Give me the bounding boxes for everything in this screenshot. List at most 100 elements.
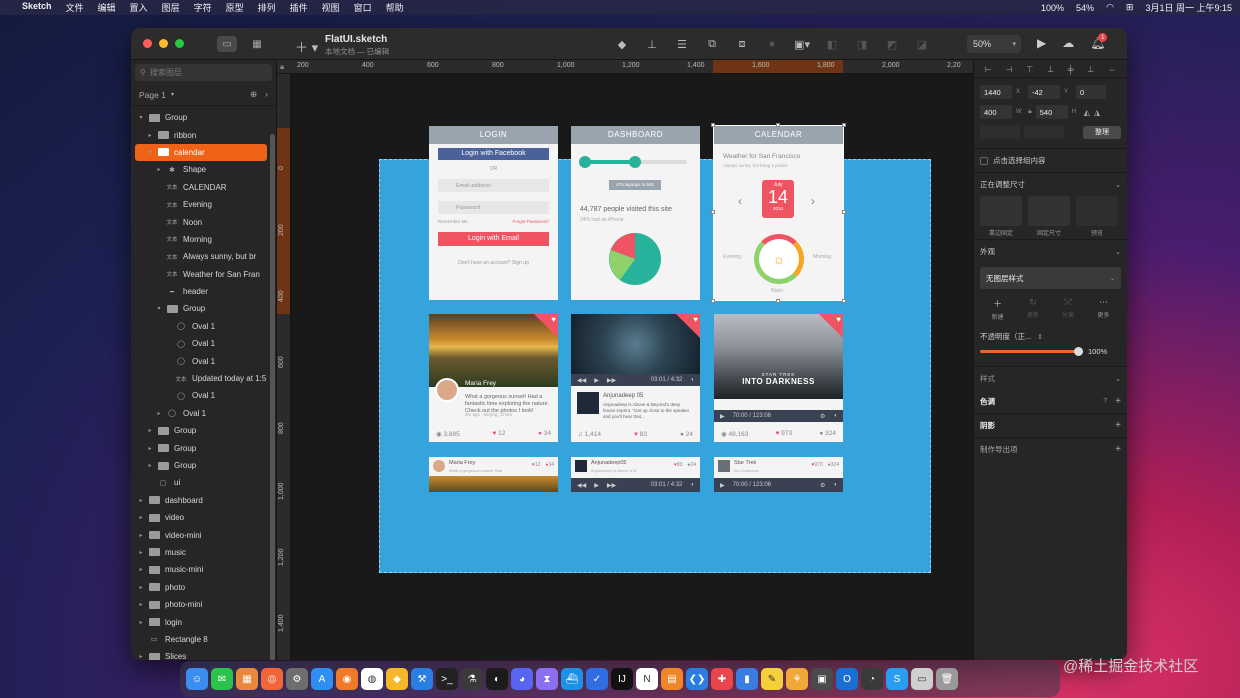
layer-item[interactable]: 文本 Evening bbox=[131, 196, 276, 213]
layer-item[interactable]: 文本 Always sunny, but br bbox=[131, 248, 276, 265]
layer-item[interactable]: ▸ Group bbox=[131, 457, 276, 474]
safari-icon[interactable]: ◎ bbox=[261, 668, 283, 690]
comments-count[interactable]: ● 34 bbox=[538, 430, 551, 438]
difference-icon[interactable]: ◪ bbox=[915, 37, 929, 51]
intersect-icon[interactable]: ◩ bbox=[885, 37, 899, 51]
layer-item[interactable]: ◯ Oval 1 bbox=[131, 387, 276, 404]
close-button[interactable] bbox=[143, 39, 152, 48]
layer-item[interactable]: ▸ ✱ Shape bbox=[131, 161, 276, 178]
chevron-right-icon[interactable]: ▸ bbox=[137, 514, 145, 521]
scale-icon[interactable]: ⧉ bbox=[705, 37, 719, 51]
monitor-icon[interactable]: ▣ bbox=[811, 668, 833, 690]
rewind-icon[interactable]: ◀◀ bbox=[577, 377, 586, 384]
check-icon[interactable]: ✓ bbox=[586, 668, 608, 690]
likes-count[interactable]: ♥ 83 bbox=[634, 431, 647, 438]
grid-view-icon[interactable]: ▦ bbox=[247, 36, 267, 52]
remember-me-checkbox[interactable]: Remember Me bbox=[438, 219, 468, 224]
layer-item[interactable]: ◯ Oval 1 bbox=[131, 335, 276, 352]
volume-icon[interactable]: ◖ bbox=[690, 377, 694, 383]
comments-count[interactable]: ●24 bbox=[687, 462, 696, 468]
layer-item[interactable]: ▸ music bbox=[131, 544, 276, 561]
chevron-right-icon[interactable]: ▸ bbox=[146, 445, 154, 452]
settings-icon[interactable]: ⚙ bbox=[286, 668, 308, 690]
signup-text[interactable]: Don't have an account? Sign up bbox=[429, 260, 558, 266]
click-select-row[interactable]: 点击选择组内容 bbox=[974, 148, 1127, 172]
search-input[interactable]: ⚲ 搜索图层 bbox=[135, 64, 272, 81]
distribute-icon[interactable]: ☰ bbox=[675, 37, 689, 51]
layer-item[interactable]: ▾ Group bbox=[131, 109, 276, 126]
comments-count[interactable]: ●34 bbox=[545, 462, 554, 468]
lock-icon[interactable]: 🔒︎ bbox=[280, 62, 284, 72]
chevron-down-icon[interactable]: ⌄ bbox=[1115, 181, 1121, 189]
password-field[interactable]: Password bbox=[438, 201, 549, 214]
flip-v-icon[interactable]: ◮ bbox=[1094, 108, 1100, 117]
forward-icon[interactable]: ▶▶ bbox=[607, 482, 616, 489]
style-action-button[interactable]: ⤱ 分离 bbox=[1062, 297, 1074, 321]
add-page-icon[interactable]: ⊕ bbox=[250, 89, 257, 100]
layer-item[interactable]: ▢ ui bbox=[131, 474, 276, 491]
forgot-password-link[interactable]: Forgot Password? bbox=[512, 219, 549, 224]
empty-field[interactable] bbox=[1024, 125, 1064, 139]
firefox-icon[interactable]: ◉ bbox=[336, 668, 358, 690]
layer-item[interactable]: ▸ dashboard bbox=[131, 492, 276, 509]
menu-item[interactable]: 文件 bbox=[66, 1, 84, 14]
menu-item[interactable]: 视图 bbox=[322, 1, 340, 14]
volume-icon[interactable]: ◖ bbox=[833, 482, 837, 488]
chevron-updown-icon[interactable]: ⇕ bbox=[1037, 333, 1043, 341]
layer-item[interactable]: ▸ video-mini bbox=[131, 526, 276, 543]
chevron-right-icon[interactable]: ▸ bbox=[146, 462, 154, 469]
cloud-icon[interactable]: ☁ bbox=[1062, 36, 1074, 50]
dashboard-card[interactable]: DASHBOARD 476 signups in 848 44,787 peop… bbox=[571, 126, 700, 300]
likes-count[interactable]: ♥83 bbox=[674, 462, 683, 468]
preview-option[interactable] bbox=[1076, 196, 1118, 226]
layer-item[interactable]: ▸ photo bbox=[131, 579, 276, 596]
add-shadow-icon[interactable]: + bbox=[1115, 420, 1121, 431]
bookmark-icon[interactable]: ▮ bbox=[736, 668, 758, 690]
add-export-icon[interactable]: + bbox=[1115, 444, 1121, 455]
battery-percent[interactable]: 100% bbox=[1041, 3, 1064, 13]
resize-handle[interactable] bbox=[842, 299, 846, 303]
mask-icon[interactable]: ⧈ bbox=[735, 37, 749, 51]
add-tint-icon[interactable]: + bbox=[1115, 396, 1121, 407]
play-icon[interactable]: ▶ bbox=[594, 482, 599, 489]
resize-handle[interactable] bbox=[776, 123, 780, 127]
layer-item[interactable]: ▸ music-mini bbox=[131, 561, 276, 578]
layer-item[interactable]: ◯ Oval 1 bbox=[131, 352, 276, 369]
align-bottom-icon[interactable]: ⊥ bbox=[645, 37, 659, 51]
opacity-knob[interactable] bbox=[1074, 346, 1083, 356]
canvas-view-icon[interactable]: ▭ bbox=[217, 36, 237, 52]
outlook-icon[interactable]: O bbox=[836, 668, 858, 690]
chevron-right-icon[interactable]: ▸ bbox=[137, 566, 145, 573]
range-handle-min[interactable] bbox=[579, 156, 591, 168]
pocket-icon[interactable]: ✚ bbox=[711, 668, 733, 690]
comments-count[interactable]: ●324 bbox=[828, 462, 839, 468]
menu-item[interactable]: 字符 bbox=[194, 1, 212, 14]
layers-scrollbar[interactable] bbox=[270, 134, 275, 660]
favorite-ribbon[interactable]: ♥ bbox=[676, 314, 700, 338]
style-action-button[interactable]: ⋯ 更多 bbox=[1097, 297, 1109, 321]
style-action-button[interactable]: ↻ 更新 bbox=[1027, 297, 1039, 321]
chevron-right-icon[interactable]: › bbox=[265, 89, 268, 100]
chevron-down-icon[interactable]: ⌄ bbox=[1115, 375, 1121, 383]
email-login-button[interactable]: Login with Email bbox=[438, 232, 549, 246]
chevron-down-icon[interactable]: ▾ bbox=[155, 305, 163, 312]
chevron-down-icon[interactable]: ▾ bbox=[137, 114, 145, 121]
speedtest-icon[interactable]: ◔ bbox=[861, 668, 883, 690]
books-icon[interactable]: ▤ bbox=[661, 668, 683, 690]
fullscreen-button[interactable] bbox=[175, 39, 184, 48]
layer-item[interactable]: 文本 Weather for San Fran bbox=[131, 266, 276, 283]
play-icon[interactable]: ▶ bbox=[594, 377, 599, 384]
chevron-right-icon[interactable]: ▸ bbox=[137, 497, 145, 504]
page-selector[interactable]: Page 1 ▾ ⊕ › bbox=[131, 84, 276, 106]
layer-item[interactable]: 文本 Noon bbox=[131, 213, 276, 230]
chevron-down-icon[interactable]: ⌄ bbox=[1115, 248, 1121, 256]
zoom-select[interactable]: 50% ▾ bbox=[967, 35, 1021, 53]
menu-item[interactable]: 原型 bbox=[226, 1, 244, 14]
likes-count[interactable]: ♥12 bbox=[532, 462, 541, 468]
fill-icon[interactable]: ● bbox=[765, 37, 779, 51]
organize-button[interactable]: 整理 bbox=[1083, 125, 1121, 139]
music-mini-card[interactable]: Anjunadeep05 Anjunadeep is Above & B ♥83… bbox=[571, 457, 700, 492]
clock[interactable]: 3月1日 周一 上午9:15 bbox=[1145, 1, 1232, 14]
notes-icon[interactable]: ✎ bbox=[761, 668, 783, 690]
resize-handle[interactable] bbox=[842, 210, 846, 214]
